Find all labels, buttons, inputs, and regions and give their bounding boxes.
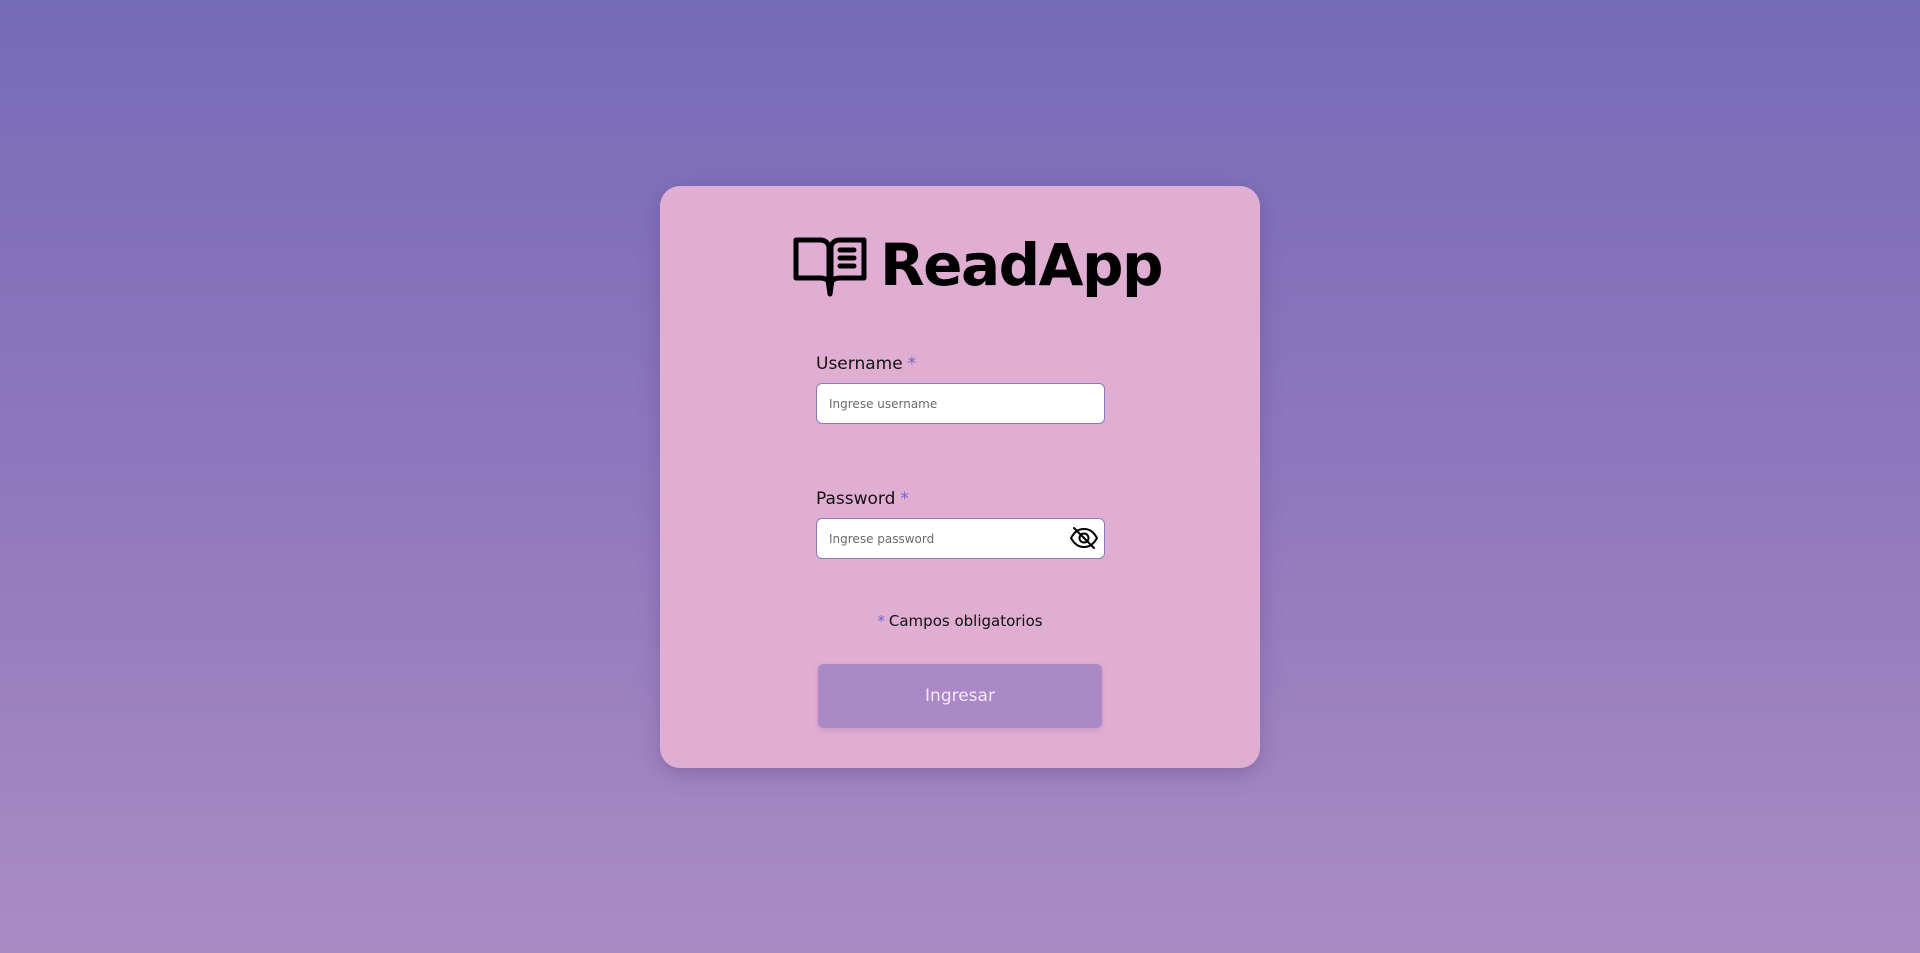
password-label: Password * — [816, 487, 1105, 511]
username-input[interactable] — [817, 384, 1104, 423]
password-input-wrapper — [816, 518, 1105, 559]
password-field-group: Password * — [816, 487, 1105, 559]
login-button[interactable]: Ingresar — [818, 664, 1102, 728]
app-title: ReadApp — [880, 231, 1164, 299]
required-fields-text: Campos obligatorios — [888, 612, 1043, 630]
required-fields-note: * Campos obligatorios — [660, 612, 1260, 630]
username-input-wrapper — [816, 383, 1105, 424]
required-asterisk: * — [900, 489, 909, 509]
username-field-group: Username * — [816, 352, 1105, 424]
open-book-icon — [793, 237, 867, 297]
required-asterisk: * — [877, 612, 885, 630]
username-label: Username * — [816, 352, 1105, 376]
brand: ReadApp — [792, 231, 1164, 299]
username-label-text: Username — [816, 354, 903, 374]
eye-slash-icon — [1070, 527, 1098, 549]
required-asterisk: * — [907, 354, 917, 374]
show-password-toggle[interactable] — [1068, 523, 1100, 553]
password-label-text: Password — [816, 489, 896, 509]
password-input[interactable] — [817, 519, 1104, 558]
login-card: ReadApp Username* Password* *Campos obli… — [660, 186, 1260, 768]
